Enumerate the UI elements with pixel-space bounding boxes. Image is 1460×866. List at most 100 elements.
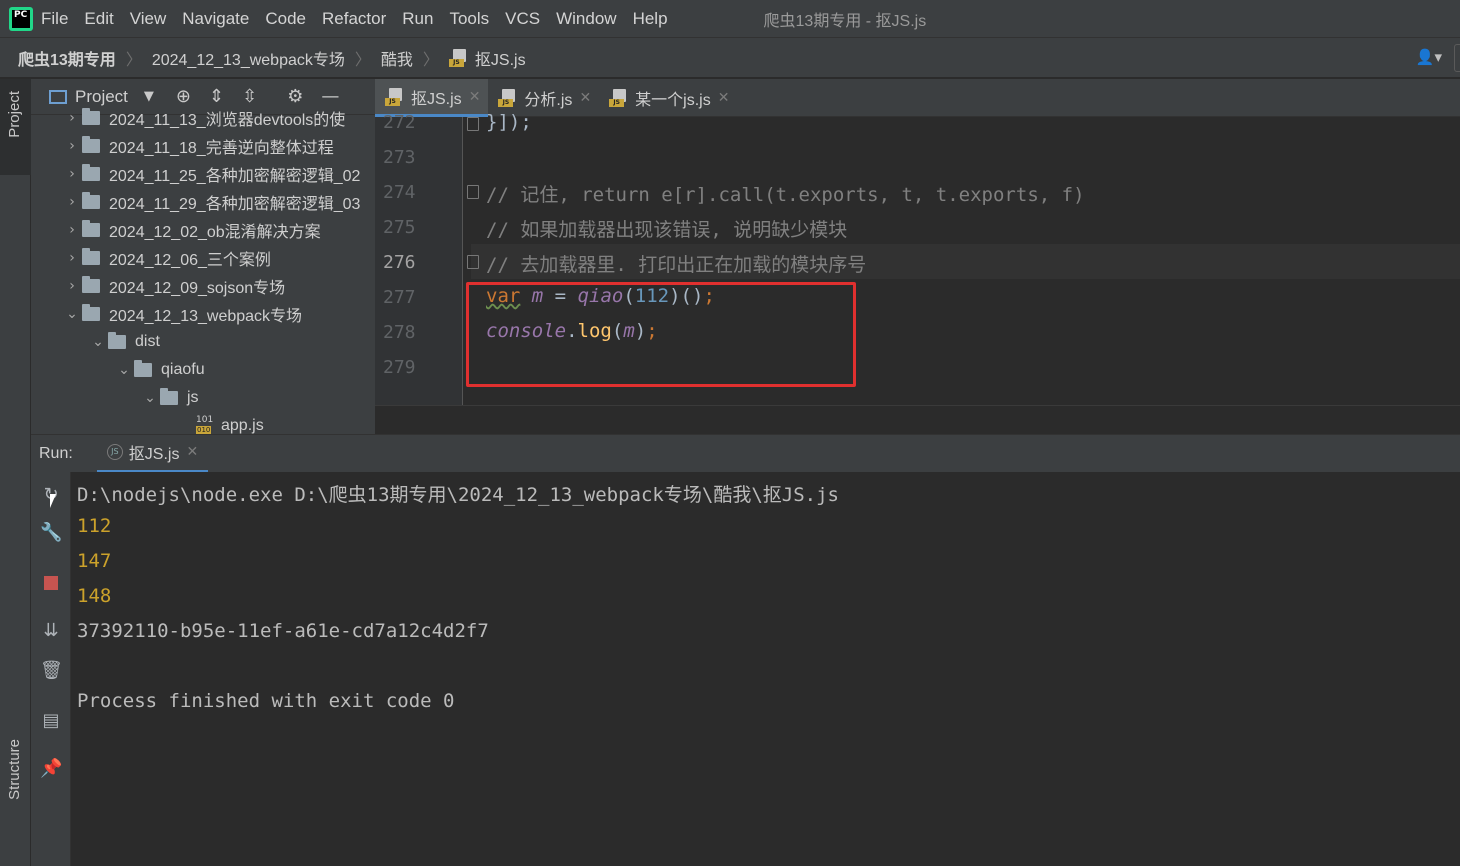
js-binary-file-icon: 101 010	[196, 415, 214, 434]
tree-folder-expanded[interactable]: ⌄ js	[31, 384, 361, 412]
wrench-icon[interactable]: 🔧	[40, 522, 62, 544]
breadcrumb-folder[interactable]: 2024_12_13_webpack专场	[152, 46, 345, 70]
code-editor: JS 抠JS.js ✕ JS 分析.js ✕ JS 某一个js.js ✕ 272…	[375, 79, 1460, 434]
code-line-272[interactable]: }]);	[486, 111, 532, 133]
chevron-down-icon[interactable]: ⌄	[62, 306, 82, 322]
chevron-down-icon[interactable]: ⌄	[88, 334, 108, 350]
chevron-right-icon[interactable]: ›	[62, 110, 82, 126]
menu-refactor[interactable]: Refactor	[322, 9, 386, 29]
run-tab[interactable]: JS 抠JS.js ✕	[96, 435, 209, 473]
layout-icon[interactable]: ▤	[40, 710, 62, 732]
chevron-right-icon[interactable]: ›	[62, 194, 82, 210]
menu-help[interactable]: Help	[633, 9, 668, 29]
trash-icon[interactable]: 🗑	[40, 660, 63, 682]
folder-icon	[82, 136, 100, 153]
run-label: Run:	[39, 444, 73, 462]
pycharm-logo-icon: PC	[9, 6, 33, 31]
line-number-gutter: 272 273 274 275 276 277 278 279	[375, 112, 463, 405]
window-title: 爬虫13期专用 - 抠JS.js	[763, 12, 927, 30]
code-comment: // 记住, return e[r].call(t.exports, t, t.…	[486, 184, 1085, 206]
chevron-right-icon[interactable]: ›	[62, 250, 82, 266]
code-text: }]);	[486, 111, 532, 133]
tree-item-label: dist	[135, 333, 160, 350]
folder-icon	[82, 164, 100, 181]
fold-icon[interactable]	[467, 185, 479, 199]
console-line: 147	[77, 550, 112, 572]
project-view-icon	[49, 89, 67, 104]
tab-mouyige-js[interactable]: JS 某一个js.js ✕	[599, 79, 737, 117]
close-icon[interactable]: ✕	[186, 444, 198, 460]
menu-edit[interactable]: Edit	[84, 9, 113, 29]
code-line-274[interactable]: // 记住, return e[r].call(t.exports, t, t.…	[486, 180, 1085, 207]
menu-file[interactable]: File	[41, 9, 68, 29]
tree-folder-expanded[interactable]: ⌄ qiaofu	[31, 356, 361, 384]
menu-view[interactable]: View	[130, 9, 167, 29]
menu-run[interactable]: Run	[402, 9, 433, 29]
menu-tools[interactable]: Tools	[449, 9, 489, 29]
code-comment: // 去加载器里. 打印出正在加载的模块序号	[486, 254, 867, 276]
breadcrumb-subfolder[interactable]: 酷我	[381, 46, 413, 70]
console-line: D:\nodejs\node.exe D:\爬虫13期专用\2024_12_13…	[77, 484, 839, 506]
menu-code[interactable]: Code	[265, 9, 306, 29]
tree-folder[interactable]: › 2024_11_25_各种加密解密逻辑_02	[31, 160, 361, 188]
folder-icon	[82, 248, 100, 265]
tree-folder[interactable]: › 2024_12_09_sojson专场	[31, 272, 361, 300]
project-tool-button[interactable]: Project	[0, 79, 31, 175]
tree-folder-expanded[interactable]: ⌄ 2024_12_13_webpack专场	[31, 300, 361, 328]
menu-vcs[interactable]: VCS	[505, 9, 540, 29]
folder-icon	[82, 220, 100, 237]
chevron-down-icon[interactable]: ⌄	[140, 390, 160, 406]
tree-folder[interactable]: › 2024_12_06_三个案例	[31, 244, 361, 272]
left-tool-stripe: Project Structure	[0, 79, 31, 866]
tree-item-label: 2024_11_18_完善逆向整体过程	[109, 140, 334, 157]
structure-tool-button[interactable]: Structure	[6, 739, 23, 800]
folder-icon	[82, 276, 100, 293]
close-icon[interactable]: ✕	[579, 90, 591, 106]
project-tool-label: Project	[6, 91, 23, 138]
line-number: 273	[383, 147, 416, 168]
fold-icon[interactable]	[467, 117, 479, 131]
breadcrumb-project[interactable]: 爬虫13期专用	[18, 46, 116, 70]
line-number: 278	[383, 322, 416, 343]
chevron-right-icon[interactable]: ›	[62, 222, 82, 238]
console-line: Process finished with exit code 0	[77, 690, 455, 712]
scroll-down-icon[interactable]: ⇊	[40, 620, 62, 642]
tree-folder[interactable]: › 2024_11_13_浏览器devtools的使	[31, 104, 361, 132]
tree-item-label: 2024_11_29_各种加密解密逻辑_03	[109, 196, 361, 213]
js-file-icon: JS	[448, 48, 469, 67]
menu-navigate[interactable]: Navigate	[182, 9, 249, 29]
user-icon[interactable]: 👤▾	[1416, 48, 1442, 66]
console-output[interactable]: D:\nodejs\node.exe D:\爬虫13期专用\2024_12_13…	[72, 472, 1460, 866]
tree-file[interactable]: 101 010 app.js	[31, 412, 361, 434]
run-panel-header: Run: JS 抠JS.js ✕	[31, 434, 1460, 473]
tree-folder-expanded[interactable]: ⌄ dist	[31, 328, 361, 356]
console-line: 112	[77, 515, 112, 537]
pin-icon[interactable]: 📌	[40, 758, 62, 780]
code-comment: // 如果加载器出现该错误, 说明缺少模块	[486, 219, 848, 241]
chevron-down-icon[interactable]: ▼	[144, 89, 154, 104]
stop-icon[interactable]	[40, 572, 62, 594]
fold-icon[interactable]	[467, 255, 479, 269]
chevron-right-icon[interactable]: ›	[62, 138, 82, 154]
tree-item-label: js	[187, 389, 199, 406]
chevron-right-icon[interactable]: ›	[62, 166, 82, 182]
menu-window[interactable]: Window	[556, 9, 616, 29]
tree-folder[interactable]: › 2024_11_18_完善逆向整体过程	[31, 132, 361, 160]
breadcrumb-file[interactable]: 抠JS.js	[475, 46, 526, 70]
js-file-icon: JS	[385, 87, 405, 106]
close-icon[interactable]: ✕	[718, 90, 730, 106]
code-line-276[interactable]: // 去加载器里. 打印出正在加载的模块序号	[486, 250, 866, 277]
chevron-right-icon: 〉	[354, 51, 371, 69]
tree-item-label: qiaofu	[161, 361, 205, 378]
tree-folder[interactable]: › 2024_11_29_各种加密解密逻辑_03	[31, 188, 361, 216]
tree-item-label: 2024_11_13_浏览器devtools的使	[109, 112, 346, 129]
close-icon[interactable]: ✕	[469, 89, 481, 105]
chevron-down-icon[interactable]: ⌄	[114, 362, 134, 378]
project-panel: Project ▼ ⊕ ⇕ ⇳ ⚙ — › 2024_11_13_浏览器devt…	[31, 79, 375, 434]
chevron-right-icon[interactable]: ›	[62, 278, 82, 294]
folder-icon	[82, 304, 100, 321]
tree-folder[interactable]: › 2024_12_02_ob混淆解决方案	[31, 216, 361, 244]
line-number: 274	[383, 182, 416, 203]
run-toolbar: ↻ 🔧 ⇊ 🗑 ▤ 📌	[31, 472, 71, 866]
code-line-275[interactable]: // 如果加载器出现该错误, 说明缺少模块	[486, 215, 847, 242]
